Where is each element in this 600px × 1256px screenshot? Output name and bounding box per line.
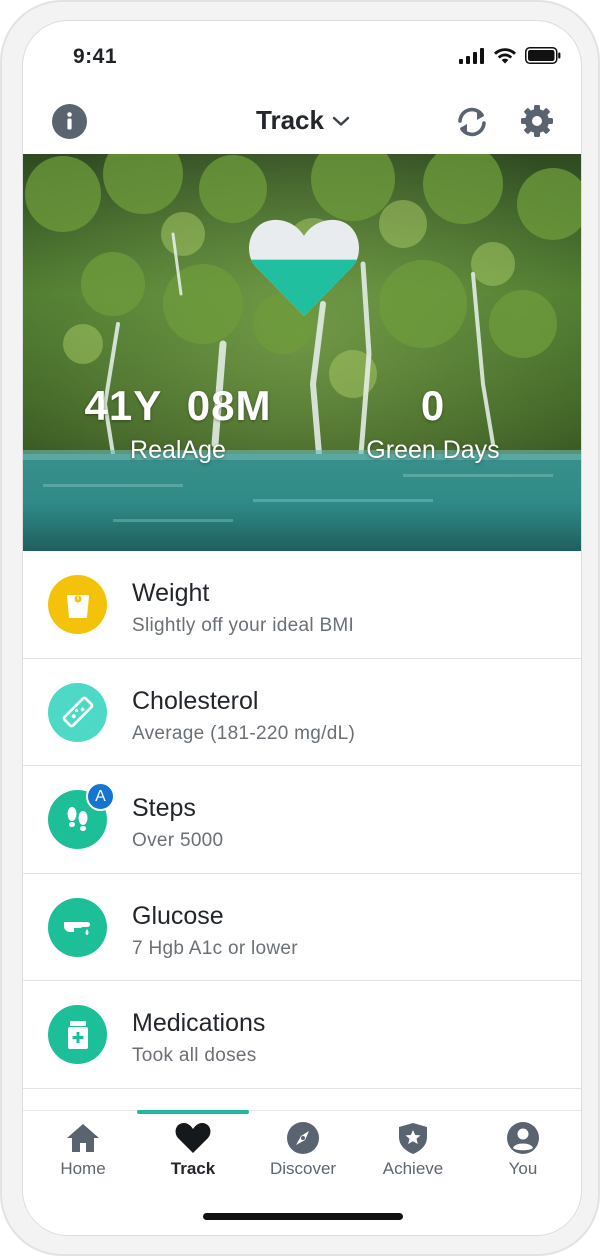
cholesterol-icon-circle: [48, 682, 107, 742]
track-item-glucose[interactable]: Glucose 7 Hgb A1c or lower: [23, 874, 581, 981]
wifi-icon: [494, 48, 516, 64]
green-days-value: 0: [420, 382, 446, 429]
finger-prick-icon: [63, 922, 90, 935]
track-item-cholesterol[interactable]: Cholesterol Average (181-220 mg/dL): [23, 659, 581, 766]
artery-icon: [62, 696, 93, 728]
pill-bottle-icon: [67, 1020, 88, 1049]
app-header: Track: [23, 91, 581, 154]
user-icon: [507, 1122, 539, 1154]
home-indicator: [203, 1213, 403, 1220]
track-title-dropdown[interactable]: Track: [23, 105, 581, 136]
sync-button[interactable]: [453, 104, 491, 140]
hero-banner: 41Y 08M RealAge 0 Green Days: [23, 154, 581, 551]
compass-icon: [287, 1122, 319, 1154]
realage-value: 41Y 08M: [84, 382, 272, 429]
realage-label: RealAge: [130, 436, 226, 464]
phone-frame: 9:41 Track 41Y 08M RealAge 0 Green Days …: [0, 0, 600, 1256]
sync-icon: [458, 107, 486, 137]
track-item-subtitle: Slightly off your ideal BMI: [132, 615, 355, 636]
medications-icon-circle: [48, 1005, 107, 1064]
green-days-stat: 0 Green Days: [353, 382, 513, 465]
heart-icon: [175, 1123, 211, 1153]
status-time: 9:41: [73, 45, 118, 68]
weight-icon-circle: [48, 575, 107, 634]
track-item-title: Medications: [132, 1009, 266, 1037]
tab-discover[interactable]: Discover: [248, 1121, 358, 1191]
tab-you[interactable]: You: [468, 1121, 578, 1191]
cellular-signal-icon: [459, 47, 484, 64]
track-item-medications[interactable]: Medications Took all doses: [23, 981, 581, 1089]
auto-tracking-badge: A: [86, 782, 115, 811]
track-item-subtitle: Over 5000: [132, 830, 224, 851]
tab-achieve[interactable]: Achieve: [358, 1121, 468, 1191]
settings-button[interactable]: [519, 103, 555, 139]
track-item-title: Cholesterol: [132, 686, 259, 715]
tab-track[interactable]: Track: [138, 1121, 248, 1191]
shield-star-icon: [399, 1123, 427, 1154]
track-item-title: Weight: [132, 579, 210, 607]
tab-label: Discover: [269, 1159, 337, 1178]
heart-progress-icon: [249, 219, 359, 316]
status-bar: 9:41: [23, 21, 581, 91]
gear-icon: [521, 105, 553, 137]
track-item-title: Steps: [132, 794, 196, 822]
track-item-subtitle: Took all doses: [132, 1045, 257, 1066]
footsteps-icon: [67, 806, 87, 831]
green-days-label: Green Days: [366, 436, 500, 464]
active-tab-indicator: [137, 1110, 249, 1114]
glucose-icon-circle: [48, 897, 107, 957]
home-icon: [67, 1124, 99, 1152]
tab-label: Track: [170, 1159, 216, 1178]
waterfall-background-image: [23, 154, 581, 551]
battery-icon: [525, 47, 561, 64]
track-item-subtitle: 7 Hgb A1c or lower: [132, 937, 298, 959]
chevron-down-icon: [332, 116, 350, 126]
track-item-title: Glucose: [132, 901, 224, 930]
tab-label: Home: [60, 1159, 106, 1178]
track-list: Weight Slightly off your ideal BMI Chole…: [23, 551, 581, 1089]
tab-label: Achieve: [382, 1159, 444, 1178]
tab-home[interactable]: Home: [28, 1121, 138, 1191]
page-title: Track: [256, 105, 324, 135]
scale-icon: [66, 594, 89, 618]
realage-stat: 41Y 08M RealAge: [83, 382, 273, 465]
track-item-subtitle: Average (181-220 mg/dL): [132, 722, 356, 744]
track-item-steps[interactable]: A Steps Over 5000: [23, 766, 581, 874]
status-icons: [459, 47, 561, 64]
track-item-weight[interactable]: Weight Slightly off your ideal BMI: [23, 551, 581, 659]
tab-label: You: [508, 1159, 538, 1178]
app-screen: 9:41 Track 41Y 08M RealAge 0 Green Days …: [22, 20, 582, 1236]
